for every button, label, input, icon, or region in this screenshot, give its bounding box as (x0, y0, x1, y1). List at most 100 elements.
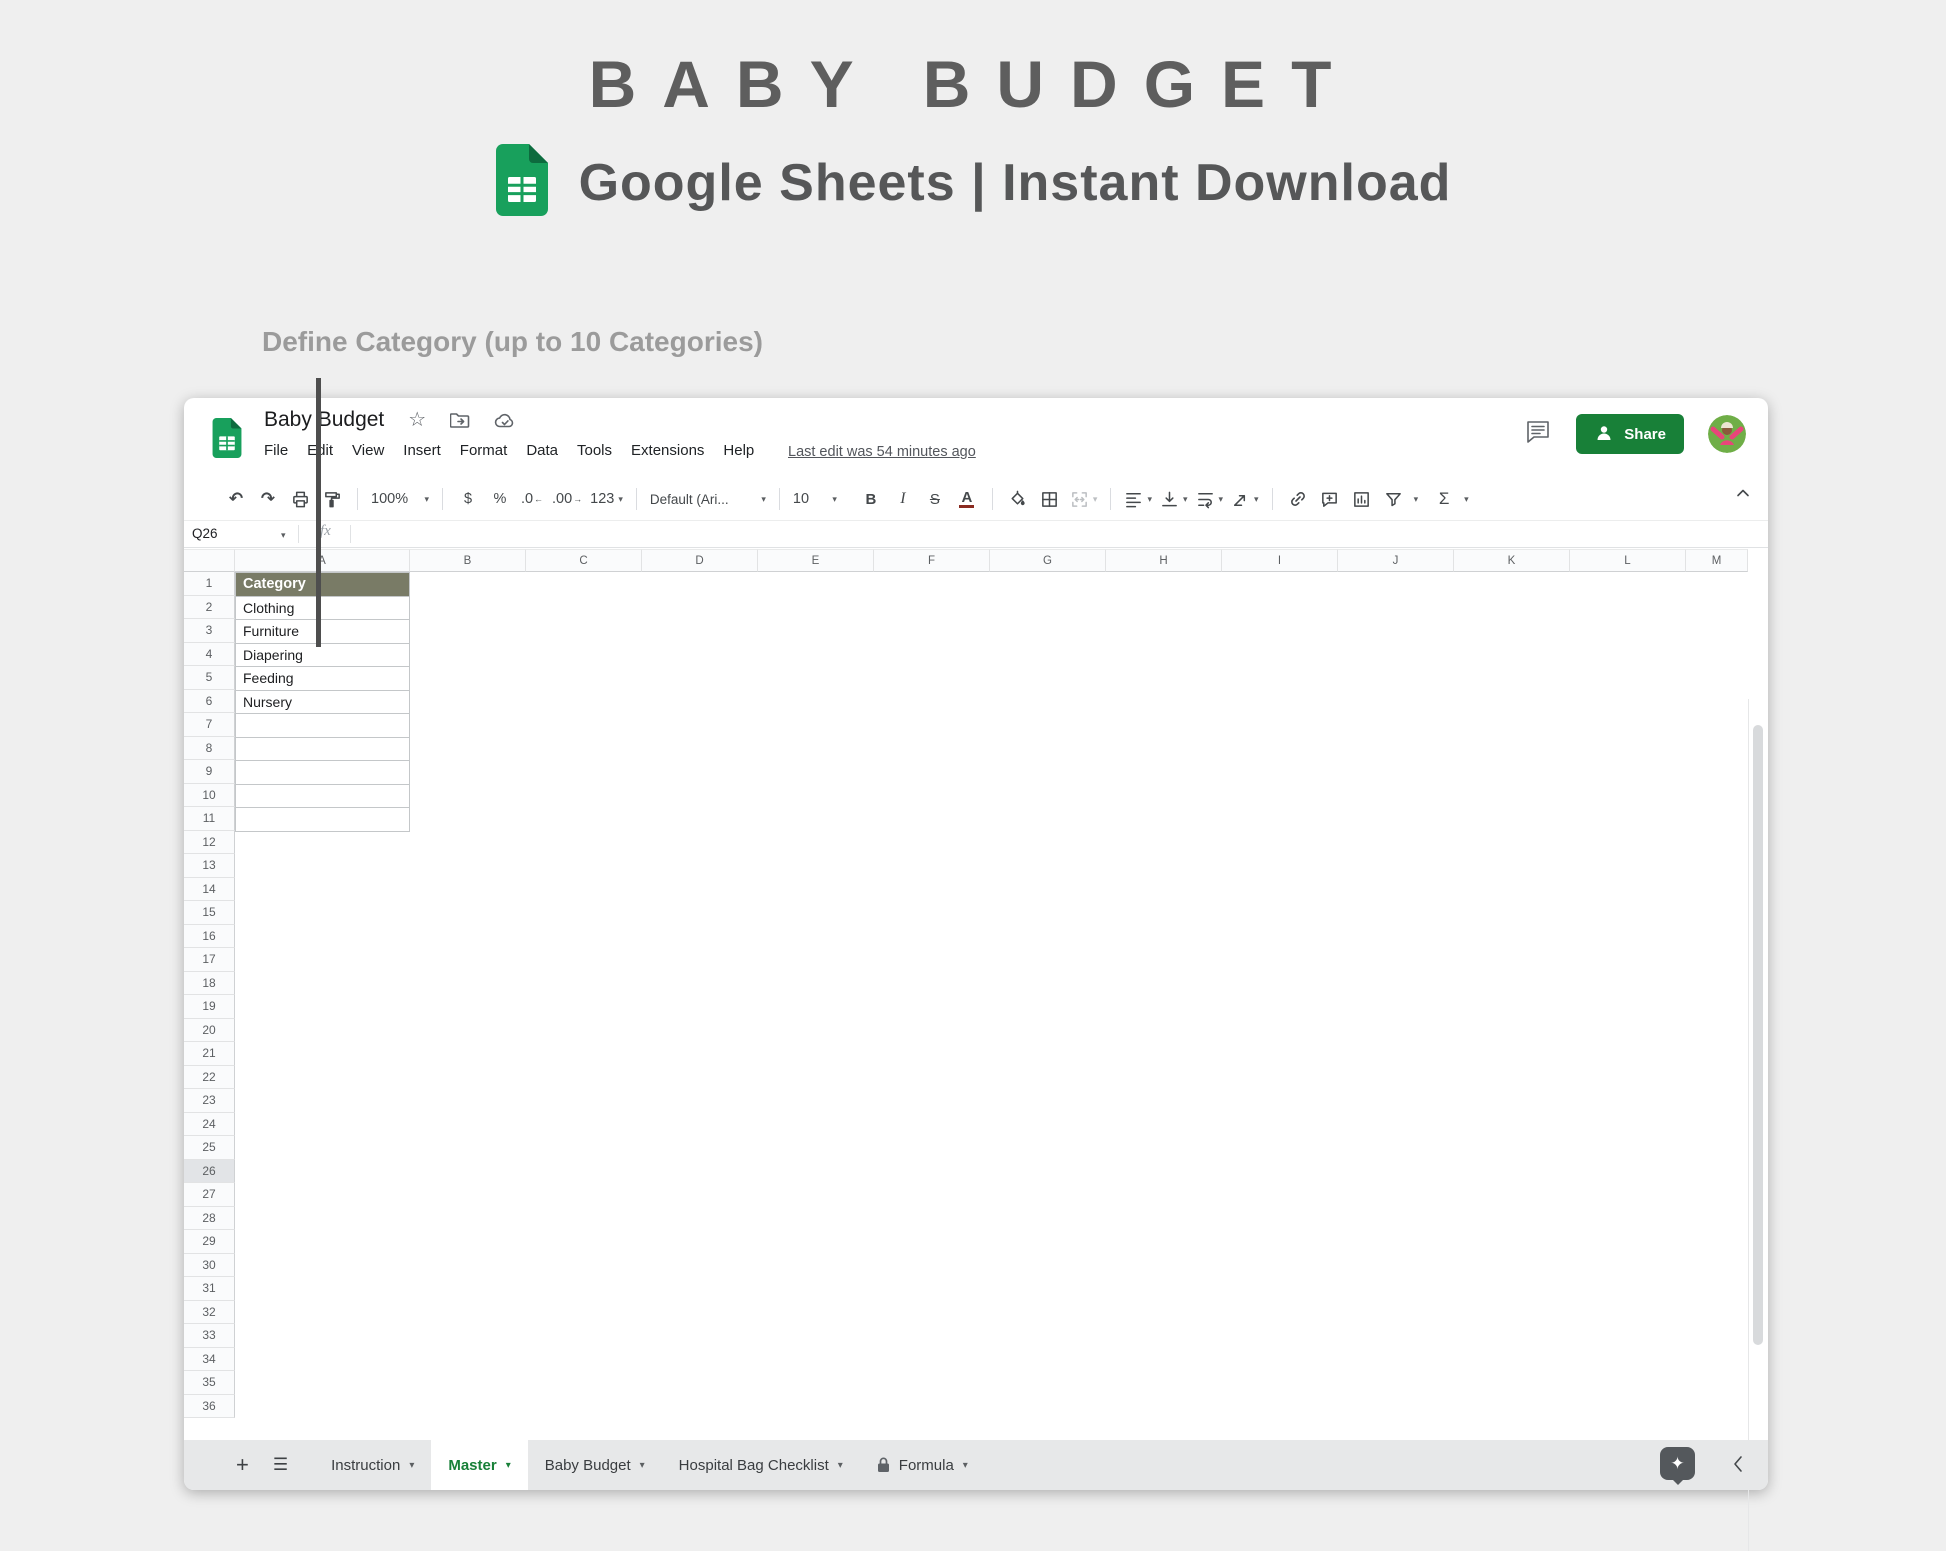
column-header-E[interactable]: E (758, 549, 874, 572)
cell-A7[interactable] (235, 714, 410, 738)
document-status-cloud-icon[interactable] (494, 412, 516, 429)
row-header-36[interactable]: 36 (184, 1395, 235, 1419)
insert-chart-button[interactable] (1346, 484, 1378, 514)
row-header-33[interactable]: 33 (184, 1324, 235, 1348)
row-header-24[interactable]: 24 (184, 1113, 235, 1137)
row-header-15[interactable]: 15 (184, 901, 235, 925)
functions-button[interactable]: Σ (1428, 484, 1460, 514)
strikethrough-button[interactable]: S (919, 484, 951, 514)
borders-button[interactable] (1034, 484, 1066, 514)
row-header-31[interactable]: 31 (184, 1277, 235, 1301)
row-header-28[interactable]: 28 (184, 1207, 235, 1231)
vertical-scrollbar-thumb[interactable] (1753, 725, 1763, 1345)
sheets-logo-icon[interactable] (212, 418, 242, 463)
tab-instruction[interactable]: Instruction▾ (314, 1440, 431, 1490)
fill-color-button[interactable] (1002, 484, 1034, 514)
menu-data[interactable]: Data (526, 442, 558, 459)
tab-formula[interactable]: Formula▾ (860, 1440, 985, 1490)
name-box[interactable]: Q26 (192, 521, 218, 547)
row-header-21[interactable]: 21 (184, 1042, 235, 1066)
column-header-G[interactable]: G (990, 549, 1106, 572)
row-header-10[interactable]: 10 (184, 784, 235, 808)
filter-button[interactable] (1378, 484, 1410, 514)
chevron-down-icon[interactable]: ▾ (281, 530, 286, 541)
column-header-D[interactable]: D (642, 549, 758, 572)
text-wrap-button[interactable]: ▾ (1192, 484, 1228, 514)
cell-A2[interactable]: Clothing (235, 597, 410, 621)
row-header-32[interactable]: 32 (184, 1301, 235, 1325)
format-percent-button[interactable]: % (484, 484, 516, 514)
menu-format[interactable]: Format (460, 442, 508, 459)
row-header-27[interactable]: 27 (184, 1183, 235, 1207)
print-button[interactable] (284, 484, 316, 514)
row-header-8[interactable]: 8 (184, 737, 235, 761)
decrease-decimal-button[interactable]: .0 ← (516, 484, 548, 514)
share-button[interactable]: Share (1576, 414, 1684, 454)
row-header-35[interactable]: 35 (184, 1371, 235, 1395)
row-header-13[interactable]: 13 (184, 854, 235, 878)
chevron-left-icon[interactable] (1730, 1453, 1746, 1480)
more-formats-select[interactable]: 123 ▾ (586, 484, 627, 514)
insert-link-button[interactable] (1282, 484, 1314, 514)
row-header-18[interactable]: 18 (184, 972, 235, 996)
row-header-19[interactable]: 19 (184, 995, 235, 1019)
vertical-scrollbar[interactable]: ▾ (1748, 699, 1765, 1551)
add-sheet-button[interactable]: + (236, 1452, 249, 1478)
column-header-K[interactable]: K (1454, 549, 1570, 572)
row-header-26[interactable]: 26 (184, 1160, 235, 1184)
redo-button[interactable]: ↷ (252, 484, 284, 514)
row-header-20[interactable]: 20 (184, 1019, 235, 1043)
row-header-6[interactable]: 6 (184, 690, 235, 714)
row-header-29[interactable]: 29 (184, 1230, 235, 1254)
column-header-H[interactable]: H (1106, 549, 1222, 572)
chevron-down-icon[interactable]: ▾ (1464, 494, 1469, 505)
font-select[interactable]: Default (Ari... ▾ (646, 484, 770, 514)
format-currency-button[interactable]: $ (452, 484, 484, 514)
comment-history-icon[interactable] (1526, 420, 1552, 449)
menu-help[interactable]: Help (723, 442, 754, 459)
cell-A9[interactable] (235, 761, 410, 785)
row-header-7[interactable]: 7 (184, 713, 235, 737)
column-header-C[interactable]: C (526, 549, 642, 572)
row-header-30[interactable]: 30 (184, 1254, 235, 1278)
row-header-34[interactable]: 34 (184, 1348, 235, 1372)
bold-button[interactable]: B (855, 484, 887, 514)
vertical-align-button[interactable]: ▾ (1156, 484, 1192, 514)
row-header-3[interactable]: 3 (184, 619, 235, 643)
tab-master[interactable]: Master▾ (431, 1440, 527, 1490)
menu-tools[interactable]: Tools (577, 442, 612, 459)
menu-file[interactable]: File (264, 442, 288, 459)
column-header-A[interactable]: A (235, 549, 410, 572)
column-header-F[interactable]: F (874, 549, 990, 572)
column-header-B[interactable]: B (410, 549, 526, 572)
insert-comment-button[interactable] (1314, 484, 1346, 514)
chevron-down-icon[interactable]: ▾ (1414, 494, 1419, 505)
cell-A8[interactable] (235, 738, 410, 762)
tab-hospital-bag-checklist[interactable]: Hospital Bag Checklist▾ (662, 1440, 860, 1490)
row-header-16[interactable]: 16 (184, 925, 235, 949)
increase-decimal-button[interactable]: .00 → (548, 484, 586, 514)
italic-button[interactable]: I (887, 484, 919, 514)
move-to-folder-icon[interactable] (450, 411, 470, 429)
row-header-5[interactable]: 5 (184, 666, 235, 690)
row-header-23[interactable]: 23 (184, 1089, 235, 1113)
select-all-corner[interactable] (184, 549, 235, 572)
row-header-2[interactable]: 2 (184, 596, 235, 620)
row-header-9[interactable]: 9 (184, 760, 235, 784)
column-header-I[interactable]: I (1222, 549, 1338, 572)
row-header-12[interactable]: 12 (184, 831, 235, 855)
cell-A4[interactable]: Diapering (235, 644, 410, 668)
undo-button[interactable]: ↶ (220, 484, 252, 514)
cell-A11[interactable] (235, 808, 410, 832)
menu-extensions[interactable]: Extensions (631, 442, 704, 459)
column-header-L[interactable]: L (1570, 549, 1686, 572)
menu-view[interactable]: View (352, 442, 384, 459)
all-sheets-menu-icon[interactable]: ☰ (273, 1455, 288, 1475)
row-header-14[interactable]: 14 (184, 878, 235, 902)
cell-A10[interactable] (235, 785, 410, 809)
font-size-select[interactable]: 10 ▾ (789, 484, 841, 514)
document-title[interactable]: Baby Budget (264, 408, 384, 432)
horizontal-align-button[interactable]: ▾ (1120, 484, 1156, 514)
row-header-11[interactable]: 11 (184, 807, 235, 831)
column-header-M[interactable]: M (1686, 549, 1748, 572)
